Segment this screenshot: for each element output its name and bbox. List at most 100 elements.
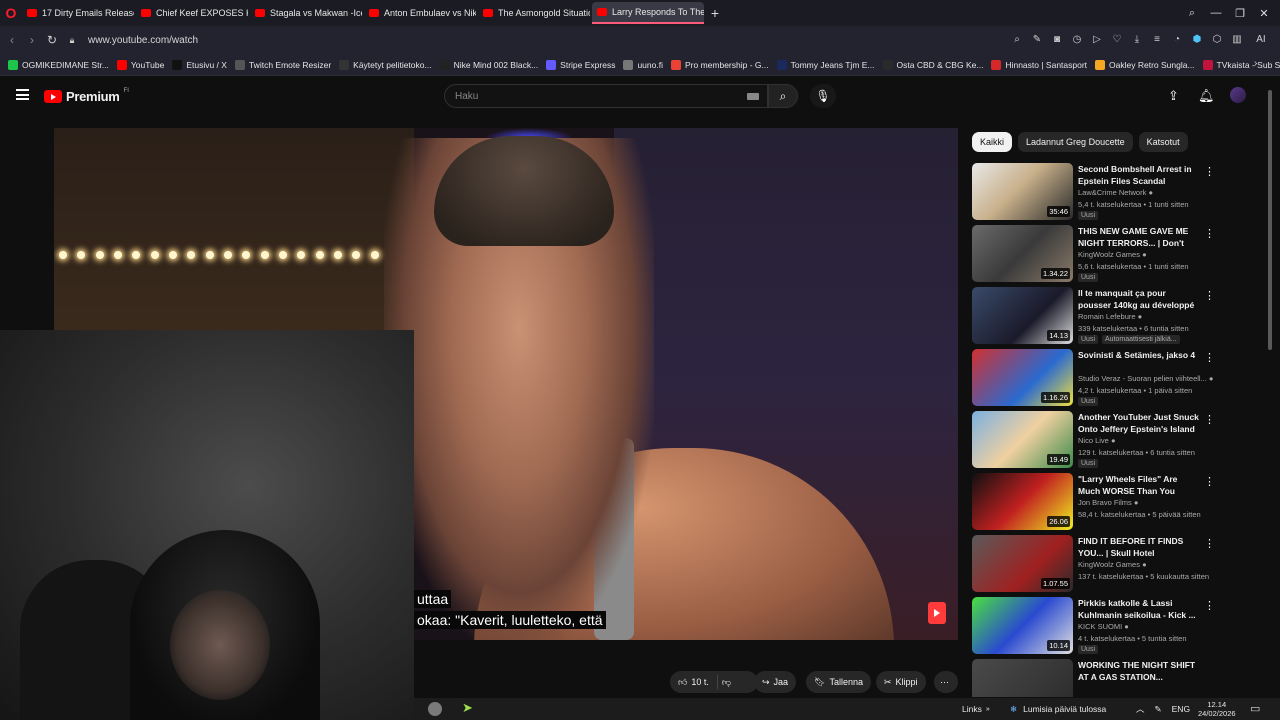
- new-tab-icon[interactable]: +: [706, 4, 724, 22]
- forward-icon[interactable]: ›: [22, 33, 42, 47]
- menu-hamburger-icon[interactable]: [16, 89, 29, 100]
- sidebar-icon[interactable]: ▥: [1230, 33, 1244, 47]
- browser-tab[interactable]: Anton Embulaev vs Nikita: [364, 2, 476, 24]
- channel-watermark-icon[interactable]: [928, 602, 946, 624]
- channel-name[interactable]: Studio Veraz - Suoran pelien viihteell..…: [1078, 374, 1213, 383]
- reload-icon[interactable]: ↻: [42, 33, 62, 47]
- search-tabs-icon[interactable]: ⌕: [1180, 7, 1204, 20]
- video-title[interactable]: Pirkkis katkolle & Lassi Kuhlmanin seiko…: [1078, 597, 1200, 621]
- channel-name[interactable]: Jon Bravo Films ●: [1078, 498, 1138, 507]
- more-options-icon[interactable]: ⋮: [1204, 599, 1215, 612]
- recommended-video[interactable]: 26.06 "Larry Wheels Files" Are Much WORSE…: [972, 473, 1215, 535]
- bookmark-item[interactable]: TVkaista - Sub Suora: [1202, 59, 1280, 70]
- like-count[interactable]: 10 t.: [691, 677, 709, 687]
- camera-icon[interactable]: ◙: [1050, 33, 1064, 47]
- edit-icon[interactable]: ✎: [1030, 33, 1044, 47]
- language-label[interactable]: ENG: [1172, 704, 1190, 714]
- opera-logo-icon[interactable]: O: [0, 0, 22, 26]
- dislike-icon[interactable]: 👎︎: [722, 677, 731, 688]
- video-thumbnail[interactable]: 1.07.55: [972, 535, 1073, 592]
- bookmark-item[interactable]: Osta CBD & CBG Ke...: [882, 59, 983, 70]
- box-icon[interactable]: ⬡: [1210, 33, 1224, 47]
- filter-chip[interactable]: Katsotut: [1138, 132, 1188, 152]
- notifications-bell-icon[interactable]: 🔔︎: [1198, 88, 1215, 104]
- channel-name[interactable]: Nico Live ●: [1078, 436, 1115, 445]
- filter-chip[interactable]: Ladannut Greg Doucette: [1018, 132, 1133, 152]
- recommended-video[interactable]: 10.14 Pirkkis katkolle & Lassi Kuhlmanin …: [972, 597, 1215, 659]
- bookmark-item[interactable]: Käytetyt pelitietoko...: [339, 59, 432, 70]
- recommended-video[interactable]: 1.34.22 THIS NEW GAME GAVE ME NIGHT TERRO…: [972, 225, 1215, 287]
- bookmark-item[interactable]: OGMIKEDIMANE Str...: [8, 59, 109, 70]
- bookmark-item[interactable]: Oakley Retro Sungla...: [1095, 59, 1195, 70]
- zoom-icon[interactable]: ⌕: [1010, 33, 1024, 47]
- bookmark-item[interactable]: YouTube: [116, 59, 164, 70]
- notification-center-icon[interactable]: ▭: [1250, 702, 1260, 715]
- scrollbar[interactable]: [1268, 90, 1272, 350]
- video-title[interactable]: WORKING THE NIGHT SHIFT AT A GAS STATION…: [1078, 659, 1200, 683]
- heart-icon[interactable]: ♡: [1110, 33, 1124, 47]
- video-title[interactable]: FIND IT BEFORE IT FINDS YOU... | Skull H…: [1078, 535, 1200, 559]
- ai-icon[interactable]: AI: [1250, 33, 1272, 47]
- channel-name[interactable]: Law&Crime Network ●: [1078, 188, 1153, 197]
- mic-button[interactable]: 🎙︎: [810, 84, 836, 108]
- more-options-icon[interactable]: ⋮: [1204, 351, 1215, 364]
- close-icon[interactable]: ✕: [1252, 7, 1276, 20]
- recommended-video[interactable]: 35:46 Second Bombshell Arrest in Epstein …: [972, 163, 1215, 225]
- search-button[interactable]: ⌕: [768, 84, 798, 108]
- video-thumbnail[interactable]: 35:46: [972, 163, 1073, 220]
- filter-chip[interactable]: Kaikki: [972, 132, 1013, 152]
- history-icon[interactable]: ◷: [1070, 33, 1084, 47]
- more-options-icon[interactable]: ⋮: [1204, 289, 1215, 302]
- bookmark-item[interactable]: Twitch Emote Resizer: [234, 59, 331, 70]
- url-field[interactable]: www.youtube.com/watch: [88, 35, 198, 46]
- channel-name[interactable]: Romain Lefebure ●: [1078, 312, 1142, 321]
- extension-icon[interactable]: ⬢: [1190, 33, 1204, 47]
- avatar[interactable]: [1230, 87, 1246, 103]
- recommended-video[interactable]: 1.16.26 Sovinisti & Setämies, jakso 4 Stud…: [972, 349, 1215, 411]
- bookmark-item[interactable]: Stripe Express: [546, 59, 615, 70]
- upload-icon[interactable]: ⇪: [1168, 88, 1179, 104]
- bookmark-item[interactable]: Nike Mind 002 Black...: [439, 59, 538, 70]
- channel-name[interactable]: KingWoolz Games ●: [1078, 560, 1147, 569]
- video-title[interactable]: Sovinisti & Setämies, jakso 4: [1078, 349, 1200, 361]
- more-options-icon[interactable]: ⋮: [1204, 227, 1215, 240]
- video-thumbnail[interactable]: 1.34.22: [972, 225, 1073, 282]
- back-icon[interactable]: ‹: [2, 33, 22, 47]
- clip-button[interactable]: ✂ Klippi: [876, 671, 926, 693]
- more-options-icon[interactable]: ⋮: [1204, 537, 1215, 550]
- bookmark-item[interactable]: Tommy Jeans Tjm E...: [776, 59, 875, 70]
- video-title[interactable]: Il te manquait ça pour pousser 140kg au …: [1078, 287, 1200, 311]
- app-icon[interactable]: [428, 702, 442, 716]
- video-thumbnail[interactable]: 26.06: [972, 473, 1073, 530]
- pen-icon[interactable]: ✎: [1155, 704, 1162, 715]
- youtube-logo[interactable]: Premium FI: [44, 88, 129, 104]
- search-input[interactable]: Haku: [444, 84, 768, 108]
- share-button[interactable]: ↪ Jaa: [754, 671, 797, 693]
- like-icon[interactable]: 👍︎: [678, 677, 687, 688]
- download-icon[interactable]: ⤓: [1130, 33, 1144, 47]
- video-thumbnail[interactable]: 1.16.26: [972, 349, 1073, 406]
- recommended-video[interactable]: 1.07.55 FIND IT BEFORE IT FINDS YOU... | …: [972, 535, 1215, 597]
- more-options-icon[interactable]: ⋮: [1204, 661, 1208, 674]
- video-title[interactable]: Second Bombshell Arrest in Epstein Files…: [1078, 163, 1200, 187]
- taskbar-links[interactable]: Links »: [962, 698, 990, 720]
- save-button[interactable]: 🔖︎ Tallenna: [806, 671, 871, 693]
- more-options-icon[interactable]: ⋮: [1204, 413, 1215, 426]
- tray-chevron-icon[interactable]: ︿: [1136, 703, 1145, 715]
- browser-tab[interactable]: Chief Keef EXPOSES King: [136, 2, 248, 24]
- video-thumbnail[interactable]: 14.13: [972, 287, 1073, 344]
- recommended-video[interactable]: WORKING THE NIGHT SHIFT AT A GAS STATION…: [972, 659, 1208, 697]
- more-options-icon[interactable]: ⋮: [1204, 165, 1215, 178]
- play-icon[interactable]: ▷: [1090, 33, 1104, 47]
- video-title[interactable]: Another YouTuber Just Snuck Onto Jeffery…: [1078, 411, 1200, 435]
- recommended-video[interactable]: 14.13 Il te manquait ça pour pousser 140k…: [972, 287, 1215, 349]
- video-thumbnail[interactable]: [972, 659, 1073, 697]
- more-actions-button[interactable]: ⋯: [934, 671, 958, 693]
- minimize-icon[interactable]: —: [1204, 7, 1228, 19]
- clock[interactable]: 12.14 24/02/2026: [1198, 698, 1236, 720]
- maximize-icon[interactable]: ❐: [1228, 7, 1252, 20]
- bookmark-item[interactable]: uuno.fi: [623, 59, 663, 70]
- browser-tab[interactable]: The Asmongold Situation: [478, 2, 590, 24]
- browser-tab[interactable]: 17 Dirty Emails Released i: [22, 2, 134, 24]
- weather-widget[interactable]: ❄ Lumisia päiviä tulossa: [1010, 698, 1106, 720]
